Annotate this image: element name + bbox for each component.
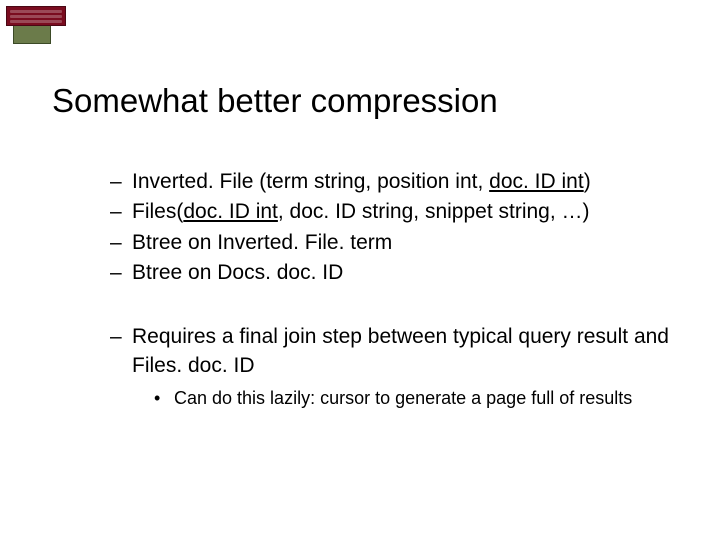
sub-bullet-item: Can do this lazily: cursor to generate a… (154, 386, 670, 410)
bullet-text: Files( (132, 200, 183, 223)
bullet-item: Btree on Docs. doc. ID (110, 259, 670, 287)
logo-top (6, 6, 66, 26)
bullet-text: Requires a final join step between typic… (132, 325, 669, 376)
bullet-list-1: Inverted. File (term string, position in… (110, 168, 670, 287)
bullet-underline: doc. ID int (183, 200, 278, 223)
bullet-text: ) (584, 170, 591, 193)
bullet-list-2: Requires a final join step between typic… (110, 323, 670, 410)
bullet-text: Inverted. File (term string, position in… (132, 170, 489, 193)
bullet-item: Btree on Inverted. File. term (110, 229, 670, 257)
bullet-underline: doc. ID int (489, 170, 584, 193)
bullet-text: , doc. ID string, snippet string, …) (278, 200, 590, 223)
bullet-item: Files(doc. ID int, doc. ID string, snipp… (110, 198, 670, 226)
slide-title: Somewhat better compression (52, 82, 498, 120)
sub-bullet-text: Can do this lazily: cursor to generate a… (174, 388, 632, 408)
bullet-text: Btree on Docs. doc. ID (132, 261, 343, 284)
bullet-text: Btree on Inverted. File. term (132, 231, 392, 254)
slide: Somewhat better compression Inverted. Fi… (0, 0, 720, 540)
logo (6, 6, 72, 50)
sub-bullet-list: Can do this lazily: cursor to generate a… (132, 386, 670, 410)
bullet-item: Inverted. File (term string, position in… (110, 168, 670, 196)
slide-body: Inverted. File (term string, position in… (110, 168, 670, 412)
logo-bottom (13, 26, 51, 44)
bullet-item: Requires a final join step between typic… (110, 323, 670, 410)
